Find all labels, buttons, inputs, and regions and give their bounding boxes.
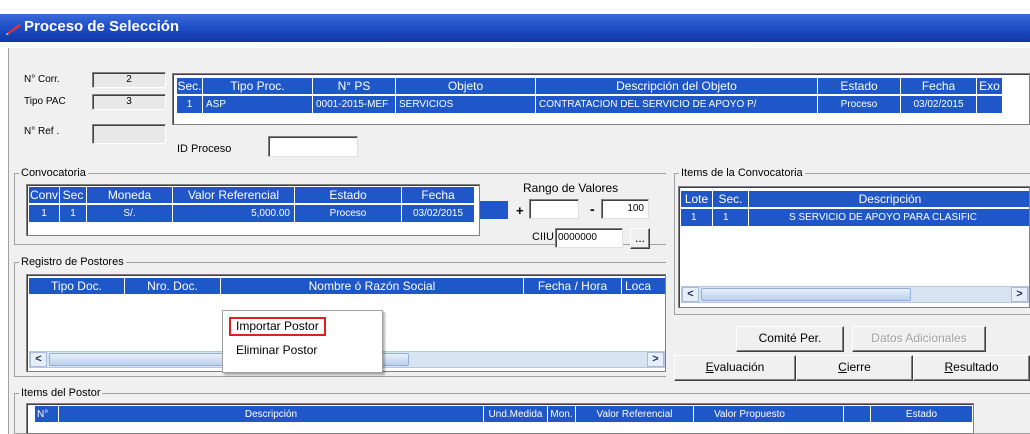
grid-header[interactable]: Fecha [901,78,977,95]
id-proceso-label: ID Proceso [177,143,232,155]
evaluacion-label: valuación [713,360,765,374]
grid-header[interactable] [844,406,871,423]
grid-header[interactable]: Und.Medida [484,406,548,423]
grid-header[interactable]: Descripción del Objeto [536,78,818,95]
grid-cell[interactable]: 0001-2015-MEF [313,96,396,113]
items-convocatoria-legend: Items de la Convocatoria [679,166,805,180]
grid-header[interactable]: Tipo Doc. [29,278,125,295]
grid-header[interactable]: Descripción [59,406,484,423]
grid-header[interactable]: Sec [60,187,87,204]
scroll-right-icon[interactable]: > [1011,287,1028,302]
scroll-left-icon[interactable]: < [30,352,47,367]
ciiu-lookup-button[interactable]: ... [630,228,650,249]
grid-cell[interactable]: 1 [60,205,87,222]
grid-header[interactable]: Sec. [177,78,203,95]
ciiu-input[interactable]: 0000000 [555,228,623,248]
menu-item-eliminar-postor[interactable]: Eliminar Postor [231,341,322,359]
scroll-thumb[interactable] [701,288,911,301]
grid-cell[interactable] [977,96,1003,113]
ciiu-label: CIIU [532,231,554,243]
grid-cell[interactable]: S SERVICIO DE APOYO PARA CLASIFIC [749,209,1029,226]
grid-cell[interactable]: 1 [681,209,713,226]
grid-cell[interactable]: Proceso [818,96,901,113]
grid-header[interactable]: Nombre ó Razón Social [221,278,524,295]
grid-header[interactable]: Fecha [402,187,475,204]
title-bar: Proceso de Selección [0,0,1030,46]
grid-cell[interactable]: 1 [713,209,749,226]
convocatoria-row-tail [480,201,508,219]
grid-header[interactable]: N° PS [313,78,396,95]
cierre-button[interactable]: Cierre [796,355,913,381]
tipo-pac-field[interactable]: 3 [92,94,166,110]
rango-from-input[interactable] [529,199,579,219]
grid-header[interactable]: Valor Propuesto [694,406,844,423]
grid-header[interactable]: Valor Referencial [173,187,295,204]
grid-header[interactable]: Valor Referencial [576,406,694,423]
grid-cell[interactable]: S/. [87,205,173,222]
context-menu: Importar Postor Eliminar Postor [222,310,383,373]
items-convocatoria-grid: Lote Sec. Descripción 1 1 S SERVICIO DE … [678,186,1030,308]
grid-header[interactable]: Lote [681,191,713,208]
process-grid: Sec. Tipo Proc. N° PS Objeto Descripción… [172,73,1030,125]
rango-minus: - [590,201,595,217]
items-convocatoria-scrollbar[interactable]: < > [681,286,1029,303]
convocatoria-legend: Convocatoria [19,166,88,180]
grid-cell[interactable]: 1 [29,205,60,222]
grid-cell[interactable]: Proceso [295,205,402,222]
items-postor-grid: N° Descripción Und.Medida Mon. Valor Ref… [26,403,974,434]
menu-item-importar-postor[interactable]: Importar Postor [229,317,326,336]
resultado-button[interactable]: Resultado [913,355,1030,381]
grid-header[interactable]: Descripción [749,191,1029,208]
grid-header[interactable]: Conv [29,187,60,204]
datos-adicionales-button[interactable]: Datos Adicionales [852,326,986,352]
grid-header[interactable]: Sec. [713,191,749,208]
n-ref-label: N° Ref . [24,126,60,137]
scroll-left-icon[interactable]: < [682,287,699,302]
n-corr-label: N° Corr. [24,74,60,85]
items-postor-legend: Items del Postor [19,386,103,400]
scroll-right-icon[interactable]: > [647,352,664,367]
comite-per-button[interactable]: Comité Per. [736,326,844,352]
rango-label: Rango de Valores [523,181,619,195]
grid-cell[interactable]: 5,000.00 [173,205,295,222]
evaluacion-button[interactable]: Evaluación [674,355,796,381]
tipo-pac-label: Tipo PAC [24,96,66,107]
grid-header[interactable]: Estado [295,187,402,204]
rango-to-input[interactable]: 100 [601,199,649,219]
grid-header[interactable]: Exo [977,78,1003,95]
n-ref-field[interactable] [92,124,166,144]
rango-plus: + [516,203,524,218]
grid-header[interactable]: Estado [818,78,901,95]
window-title: Proceso de Selección [24,18,180,35]
n-corr-field[interactable]: 2 [92,72,166,88]
convocatoria-grid: Conv Sec Moneda Valor Referencial Estado… [26,184,480,236]
cierre-label: ierre [846,360,871,374]
grid-header[interactable]: Mon. [548,406,576,423]
grid-header[interactable]: Nro. Doc. [125,278,221,295]
registro-postores-legend: Registro de Postores [19,255,126,269]
resultado-label: esultado [953,360,999,374]
grid-header[interactable]: Fecha / Hora [524,278,622,295]
grid-cell[interactable]: CONTRATACION DEL SERVICIO DE APOYO P/ [536,96,818,113]
grid-cell[interactable]: 1 [177,96,203,113]
pencil-icon [6,24,21,35]
grid-header[interactable]: Loca [622,278,665,295]
grid-header[interactable]: Moneda [87,187,173,204]
grid-cell[interactable]: 03/02/2015 [901,96,977,113]
grid-header[interactable]: N° [35,406,59,423]
grid-header[interactable]: Estado [871,406,973,423]
grid-cell[interactable]: SERVICIOS [396,96,536,113]
grid-header[interactable]: Objeto [396,78,536,95]
id-proceso-input[interactable] [268,136,358,157]
grid-cell[interactable]: ASP [203,96,313,113]
grid-cell[interactable]: 03/02/2015 [402,205,475,222]
grid-header[interactable]: Tipo Proc. [203,78,313,95]
